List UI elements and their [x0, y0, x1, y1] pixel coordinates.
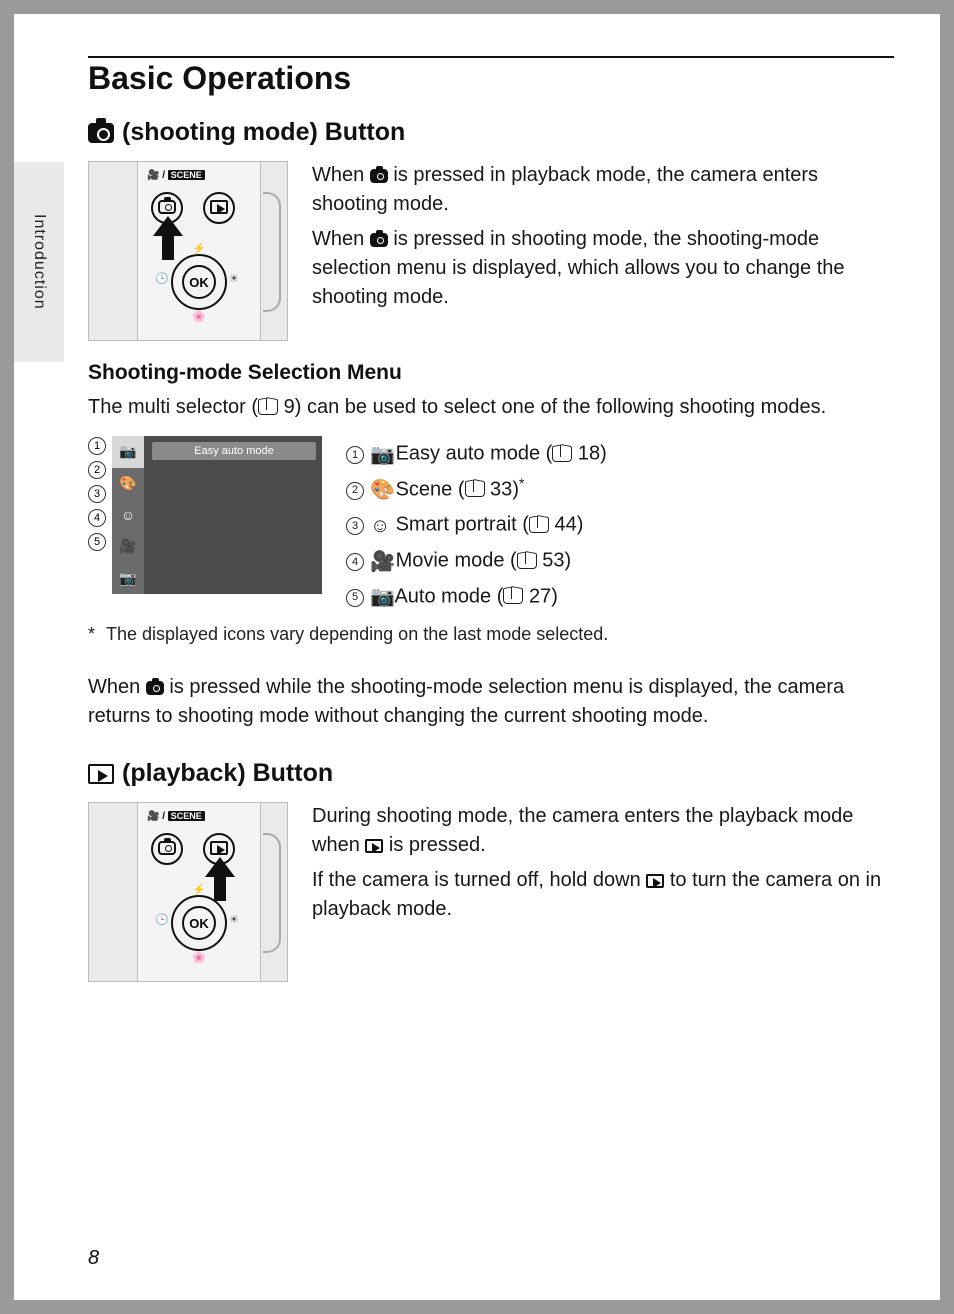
playback-text: During shooting mode, the camera enters … [312, 802, 894, 924]
book-ref-icon [529, 519, 549, 533]
mode-item: 3☺ Smart portrait ( 44) [346, 507, 607, 543]
mode-menu-figure: 1 2 3 4 5 📷 🎨 ☺ 🎥 📷 Easy auto mode [88, 436, 322, 594]
book-ref-icon [517, 555, 537, 569]
camera-back-diagram-playback: 🎥 / SCENE OK ⚡ 🕒 ☀ 🌸 [88, 802, 288, 982]
lcd-preview: 📷 🎨 ☺ 🎥 📷 Easy auto mode [112, 436, 322, 594]
camera-icon [370, 233, 388, 247]
mode-item: 1📷 Easy auto mode ( 18) [346, 436, 607, 472]
playback-row: 🎥 / SCENE OK ⚡ 🕒 ☀ 🌸 During shooting mod… [88, 802, 894, 982]
book-ref-icon [503, 590, 523, 604]
chapter-label: Introduction [30, 214, 48, 310]
content-area: (shooting mode) Button 🎥 / SCENE OK ⚡ 🕒 … [88, 118, 894, 1000]
chapter-side-tab: Introduction [14, 162, 64, 362]
mode-item: 5📷 Auto mode ( 27) [346, 579, 607, 615]
shooting-mode-heading: (shooting mode) Button [88, 118, 894, 147]
selection-menu-heading: Shooting-mode Selection Menu [88, 361, 894, 385]
book-ref-icon [552, 448, 572, 462]
mode-menu-block: 1 2 3 4 5 📷 🎨 ☺ 🎥 📷 Easy auto mode [88, 436, 894, 614]
camera-icon [88, 123, 114, 143]
book-ref-icon [465, 483, 485, 497]
selection-menu-intro: The multi selector ( 9) can be used to s… [88, 393, 894, 422]
selection-menu-closing: When is pressed while the shooting-mode … [88, 673, 894, 731]
page-number: 8 [88, 1247, 99, 1270]
playback-icon [646, 874, 664, 888]
playback-icon [88, 764, 114, 784]
shooting-mode-text: When is pressed in playback mode, the ca… [312, 161, 894, 312]
shooting-mode-row: 🎥 / SCENE OK ⚡ 🕒 ☀ 🌸 When is pressed in … [88, 161, 894, 341]
mode-list: 1📷 Easy auto mode ( 18) 2🎨 Scene ( 33)* … [346, 436, 607, 614]
page-title: Basic Operations [88, 60, 351, 97]
ok-dial-icon: OK [171, 895, 227, 951]
footnote: *The displayed icons vary depending on t… [88, 624, 894, 645]
mode-item: 4🎥 Movie mode ( 53) [346, 543, 607, 579]
arrow-up-icon [157, 220, 179, 260]
book-ref-icon [258, 401, 278, 415]
playback-heading: (playback) Button [88, 759, 894, 788]
camera-icon [370, 169, 388, 183]
title-rule [88, 56, 894, 58]
mode-item: 2🎨 Scene ( 33)* [346, 472, 607, 508]
camera-icon [146, 681, 164, 695]
playback-icon [365, 839, 383, 853]
camera-back-diagram-shooting: 🎥 / SCENE OK ⚡ 🕒 ☀ 🌸 [88, 161, 288, 341]
manual-page: Introduction Basic Operations (shooting … [14, 14, 940, 1300]
ok-dial-icon: OK [171, 254, 227, 310]
arrow-up-icon [209, 861, 231, 901]
